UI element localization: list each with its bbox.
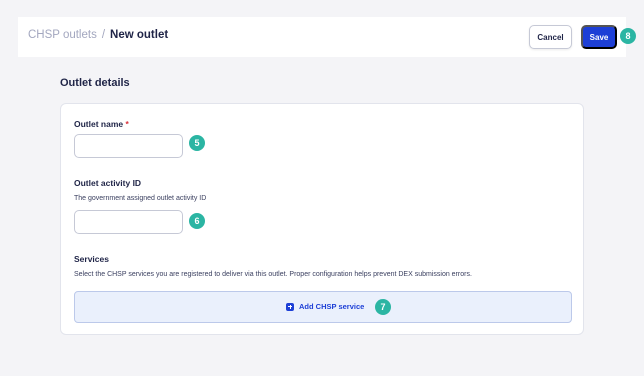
plus-square-icon [286,302,294,311]
outlet-name-label: Outlet name * [74,119,129,129]
add-chsp-service-label: Add CHSP service [299,302,365,311]
breadcrumb: CHSP outlets / New outlet [28,29,168,41]
breadcrumb-link-chsp-outlets[interactable]: CHSP outlets [28,29,97,41]
step-badge-add-service: 7 [375,299,391,315]
save-button[interactable]: Save [581,25,617,49]
outlet-name-label-text: Outlet name [74,119,124,129]
outlet-activity-id-input[interactable] [74,210,183,234]
outlet-activity-id-label: Outlet activity ID [74,178,142,188]
outlet-activity-id-help: The government assigned outlet activity … [74,195,207,202]
page-title: New outlet [110,29,169,41]
step-badge-outlet-name: 5 [189,135,205,151]
section-title: Outlet details [60,77,130,89]
outlet-name-input[interactable] [74,134,183,158]
step-badge-save: 8 [620,28,636,44]
services-label: Services [74,254,109,264]
required-marker: * [125,119,129,129]
breadcrumb-separator: / [101,29,106,41]
cancel-button[interactable]: Cancel [529,25,572,49]
add-chsp-service-button[interactable]: Add CHSP service [74,291,572,323]
services-help: Select the CHSP services you are registe… [74,271,472,278]
page-header: CHSP outlets / New outlet Cancel Save [18,17,626,57]
outlet-details-card: Outlet name * 5 Outlet activity ID The g… [60,103,584,335]
step-badge-activity-id: 6 [189,213,205,229]
add-chsp-service-content: Add CHSP service [286,302,364,311]
